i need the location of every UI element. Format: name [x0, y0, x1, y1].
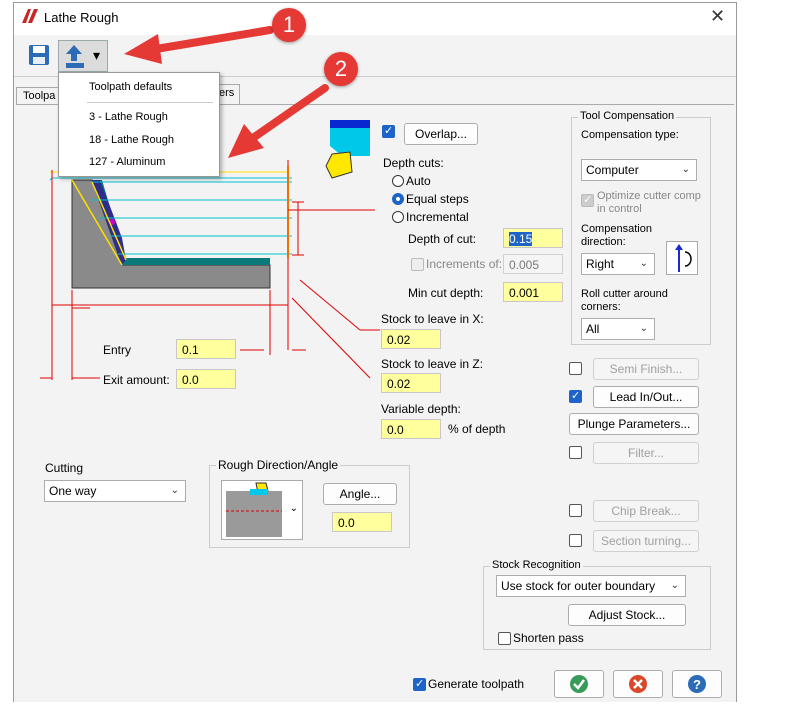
- callout-arrows: [124, 26, 329, 158]
- callout-badge-1: 1: [272, 8, 306, 42]
- callout-badge-2: 2: [324, 52, 358, 86]
